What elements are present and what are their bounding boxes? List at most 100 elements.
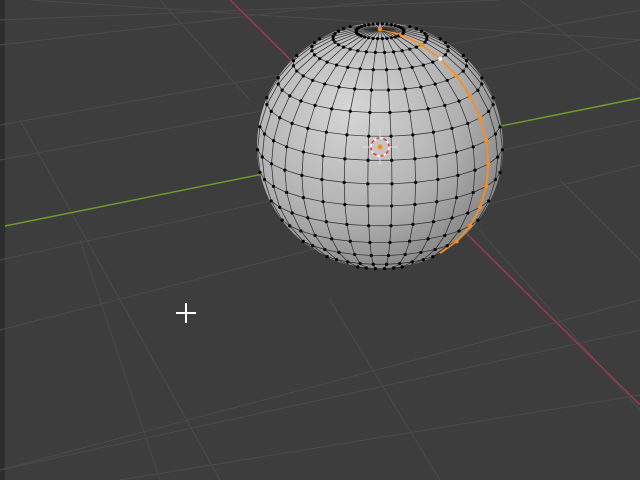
vertex (423, 32, 427, 36)
vertex (321, 154, 325, 158)
vertex (285, 145, 289, 149)
vertex (431, 255, 435, 259)
vertex (371, 22, 375, 26)
vertex (313, 103, 317, 108)
vertex (446, 45, 450, 49)
vertex (376, 37, 380, 41)
vertex (410, 65, 414, 69)
vertex (435, 154, 439, 158)
vertex (388, 240, 392, 245)
vertex (491, 96, 495, 100)
mouse-crosshair-icon (176, 303, 196, 323)
vertex (260, 155, 264, 159)
vertex (280, 218, 284, 222)
vertex (313, 233, 317, 238)
vertex (258, 170, 262, 175)
vertex (487, 109, 491, 114)
vertex (335, 63, 339, 67)
vertex (301, 74, 305, 78)
vertex (300, 173, 304, 177)
vertex (473, 168, 477, 172)
vertex (443, 53, 447, 57)
grid-line (329, 299, 441, 480)
vertex (318, 57, 322, 61)
vertex (371, 68, 375, 72)
vertex (324, 220, 328, 224)
grid-line (559, 179, 640, 261)
vertex (337, 85, 341, 89)
vertex (421, 258, 425, 262)
selected-vertex (484, 184, 489, 189)
vertex (413, 202, 417, 207)
vertex (419, 85, 423, 89)
vertex (285, 190, 289, 195)
vertex (411, 222, 415, 226)
vertex (371, 36, 375, 40)
grid-line (0, 329, 640, 471)
vertex (345, 222, 349, 226)
vertex (295, 53, 299, 58)
vertex (291, 64, 296, 68)
vertex (323, 247, 327, 252)
scene-canvas[interactable] (0, 0, 640, 480)
vertex (330, 107, 334, 111)
vertex (408, 109, 412, 113)
vertex (382, 266, 387, 271)
vertex (358, 67, 362, 71)
vertex (348, 109, 352, 113)
vertex (313, 40, 317, 45)
pole-vertex (377, 26, 383, 32)
vertex (299, 229, 303, 233)
vertex (392, 266, 396, 270)
vertex (367, 23, 371, 27)
vertex (290, 121, 294, 126)
vertex (369, 88, 373, 92)
vertex (356, 49, 360, 53)
vertex (310, 49, 314, 53)
selected-vertex (454, 239, 459, 244)
3d-viewport[interactable] (0, 0, 640, 480)
vertex (290, 211, 294, 215)
vertex (364, 266, 368, 270)
vertex (433, 82, 437, 86)
selected-vertex (454, 73, 459, 78)
vertex (341, 45, 346, 49)
vertex (269, 162, 274, 166)
vertex (398, 261, 402, 266)
vertex (414, 27, 419, 31)
vertex (333, 32, 337, 36)
vertex (386, 88, 391, 92)
vertex (443, 41, 448, 45)
vertex (389, 36, 393, 40)
vertex (299, 99, 303, 103)
vertex (364, 50, 368, 54)
vertex (269, 199, 273, 203)
vertex (491, 103, 495, 107)
vertex (423, 40, 427, 44)
vertex (471, 145, 475, 149)
vertex (480, 82, 484, 86)
vertex (385, 262, 389, 266)
vertex (368, 240, 372, 245)
vertex (348, 47, 352, 51)
vertex (396, 24, 401, 29)
vertex (500, 148, 504, 152)
vertex (356, 265, 360, 269)
vertex (262, 178, 267, 182)
vertex (345, 133, 349, 137)
selected-vertex (486, 161, 491, 166)
vertex (311, 78, 315, 82)
vertex (450, 126, 454, 130)
vertex (389, 134, 393, 138)
vertex (403, 87, 407, 91)
active-vertex (438, 56, 443, 61)
selected-vertex (478, 205, 483, 210)
vertex (359, 34, 364, 38)
vertex (425, 34, 429, 39)
vertex (310, 45, 314, 49)
vertex (419, 250, 423, 255)
vertex (411, 133, 415, 137)
vertex (312, 53, 317, 57)
vertex (443, 103, 447, 108)
selected-vertex (468, 223, 473, 228)
